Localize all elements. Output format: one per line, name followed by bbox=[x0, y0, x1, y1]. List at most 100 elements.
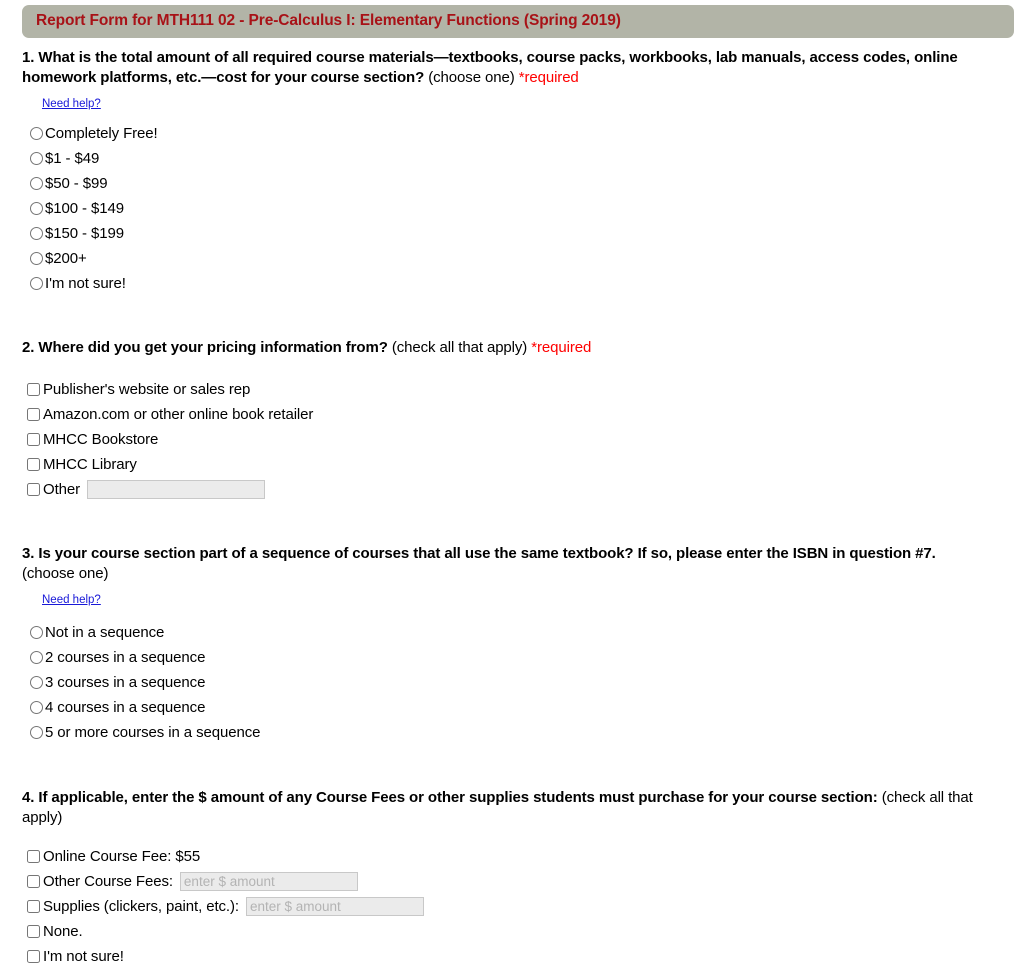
option-row[interactable]: $50 - $99 bbox=[0, 171, 1024, 196]
radio-q1-1[interactable] bbox=[30, 152, 43, 165]
option-row[interactable]: MHCC Bookstore bbox=[0, 427, 1024, 452]
option-label: 4 courses in a sequence bbox=[45, 699, 206, 716]
question-3-options: Not in a sequence 2 courses in a sequenc… bbox=[0, 620, 1024, 745]
question-1: 1. What is the total amount of all requi… bbox=[0, 48, 1024, 296]
question-4-prompt: If applicable, enter the $ amount of any… bbox=[38, 789, 878, 806]
radio-q3-2[interactable] bbox=[30, 676, 43, 689]
option-row[interactable]: I'm not sure! bbox=[0, 271, 1024, 296]
need-help-link-q1[interactable]: Need help? bbox=[42, 98, 101, 110]
checkbox-q2-2[interactable] bbox=[27, 433, 40, 446]
option-label: Other bbox=[43, 481, 81, 498]
option-label: I'm not sure! bbox=[45, 275, 126, 292]
checkbox-q2-4-other[interactable] bbox=[27, 483, 40, 496]
option-label: Amazon.com or other online book retailer bbox=[43, 406, 314, 423]
option-row[interactable]: None. bbox=[0, 919, 1024, 944]
option-row[interactable]: $1 - $49 bbox=[0, 146, 1024, 171]
question-2-prompt: Where did you get your pricing informati… bbox=[38, 339, 388, 356]
option-label: Publisher's website or sales rep bbox=[43, 381, 251, 398]
option-label: $1 - $49 bbox=[45, 150, 100, 167]
question-4-text: 4. If applicable, enter the $ amount of … bbox=[0, 788, 1024, 828]
other-course-fees-input[interactable] bbox=[179, 872, 358, 891]
form-body: 1. What is the total amount of all requi… bbox=[0, 48, 1024, 969]
option-label: MHCC Library bbox=[43, 456, 137, 473]
option-row[interactable]: 3 courses in a sequence bbox=[0, 670, 1024, 695]
radio-q3-0[interactable] bbox=[30, 626, 43, 639]
option-row[interactable]: MHCC Library bbox=[0, 452, 1024, 477]
option-row[interactable]: Supplies (clickers, paint, etc.): bbox=[0, 894, 1024, 919]
form-header-banner: Report Form for MTH111 02 - Pre-Calculus… bbox=[22, 5, 1014, 38]
option-row[interactable]: Publisher's website or sales rep bbox=[0, 377, 1024, 402]
question-2: 2. Where did you get your pricing inform… bbox=[0, 338, 1024, 502]
option-label: Other Course Fees: bbox=[43, 873, 173, 890]
option-label: I'm not sure! bbox=[43, 948, 124, 965]
checkbox-q4-3-none[interactable] bbox=[27, 925, 40, 938]
option-row[interactable]: 2 courses in a sequence bbox=[0, 645, 1024, 670]
question-4-number: 4. bbox=[22, 789, 35, 806]
question-1-help-wrap: Need help? bbox=[0, 88, 1024, 112]
option-label: $50 - $99 bbox=[45, 175, 108, 192]
question-2-text: 2. Where did you get your pricing inform… bbox=[0, 338, 1024, 358]
question-3: 3. Is your course section part of a sequ… bbox=[0, 544, 1024, 745]
radio-q1-3[interactable] bbox=[30, 202, 43, 215]
checkbox-q4-1-other-course-fees[interactable] bbox=[27, 875, 40, 888]
question-1-instruction: (choose one) bbox=[428, 69, 515, 86]
checkbox-q2-1[interactable] bbox=[27, 408, 40, 421]
question-3-prompt: Is your course section part of a sequenc… bbox=[38, 545, 936, 562]
radio-q3-3[interactable] bbox=[30, 701, 43, 714]
question-3-instruction: (choose one) bbox=[22, 565, 109, 582]
checkbox-q4-4-not-sure[interactable] bbox=[27, 950, 40, 963]
option-row[interactable]: $100 - $149 bbox=[0, 196, 1024, 221]
question-1-text: 1. What is the total amount of all requi… bbox=[0, 48, 1024, 88]
option-label: $100 - $149 bbox=[45, 200, 124, 217]
question-1-required-badge: *required bbox=[518, 69, 579, 86]
option-row[interactable]: $150 - $199 bbox=[0, 221, 1024, 246]
option-row[interactable]: Other bbox=[0, 477, 1024, 502]
question-3-help-wrap: Need help? bbox=[0, 584, 1024, 608]
question-1-number: 1. bbox=[22, 49, 35, 66]
option-label: 2 courses in a sequence bbox=[45, 649, 206, 666]
form-title: Report Form for MTH111 02 - Pre-Calculus… bbox=[36, 12, 621, 29]
question-2-number: 2. bbox=[22, 339, 35, 356]
option-row[interactable]: $200+ bbox=[0, 246, 1024, 271]
supplies-amount-input[interactable] bbox=[245, 897, 424, 916]
option-row[interactable]: Other Course Fees: bbox=[0, 869, 1024, 894]
option-row[interactable]: 5 or more courses in a sequence bbox=[0, 720, 1024, 745]
option-label: Completely Free! bbox=[45, 125, 158, 142]
radio-q1-6[interactable] bbox=[30, 277, 43, 290]
radio-q3-4[interactable] bbox=[30, 726, 43, 739]
radio-q1-2[interactable] bbox=[30, 177, 43, 190]
option-label: Supplies (clickers, paint, etc.): bbox=[43, 898, 239, 915]
option-row[interactable]: Amazon.com or other online book retailer bbox=[0, 402, 1024, 427]
option-label: 5 or more courses in a sequence bbox=[45, 724, 261, 741]
option-row[interactable]: Completely Free! bbox=[0, 121, 1024, 146]
option-label: Online Course Fee: $55 bbox=[43, 848, 201, 865]
question-3-text: 3. Is your course section part of a sequ… bbox=[0, 544, 1024, 584]
question-2-required-badge: *required bbox=[531, 339, 592, 356]
question-2-instruction: (check all that apply) bbox=[391, 339, 528, 356]
need-help-link-q3[interactable]: Need help? bbox=[42, 594, 101, 606]
other-source-input[interactable] bbox=[87, 480, 266, 499]
radio-q1-0[interactable] bbox=[30, 127, 43, 140]
question-4-options: Online Course Fee: $55 Other Course Fees… bbox=[0, 844, 1024, 969]
checkbox-q4-0-online-course-fee[interactable] bbox=[27, 850, 40, 863]
option-row[interactable]: Online Course Fee: $55 bbox=[0, 844, 1024, 869]
question-3-number: 3. bbox=[22, 545, 35, 562]
option-row[interactable]: Not in a sequence bbox=[0, 620, 1024, 645]
option-label: $200+ bbox=[45, 250, 87, 267]
radio-q1-5[interactable] bbox=[30, 252, 43, 265]
radio-q3-1[interactable] bbox=[30, 651, 43, 664]
option-label: $150 - $199 bbox=[45, 225, 124, 242]
checkbox-q4-2-supplies[interactable] bbox=[27, 900, 40, 913]
option-row[interactable]: I'm not sure! bbox=[0, 944, 1024, 969]
checkbox-q2-3[interactable] bbox=[27, 458, 40, 471]
question-1-options: Completely Free! $1 - $49 $50 - $99 $100… bbox=[0, 121, 1024, 296]
option-label: MHCC Bookstore bbox=[43, 431, 159, 448]
checkbox-q2-0[interactable] bbox=[27, 383, 40, 396]
radio-q1-4[interactable] bbox=[30, 227, 43, 240]
question-4: 4. If applicable, enter the $ amount of … bbox=[0, 788, 1024, 969]
option-row[interactable]: 4 courses in a sequence bbox=[0, 695, 1024, 720]
option-label: Not in a sequence bbox=[45, 624, 165, 641]
question-2-options: Publisher's website or sales rep Amazon.… bbox=[0, 377, 1024, 502]
option-label: None. bbox=[43, 923, 83, 940]
option-label: 3 courses in a sequence bbox=[45, 674, 206, 691]
